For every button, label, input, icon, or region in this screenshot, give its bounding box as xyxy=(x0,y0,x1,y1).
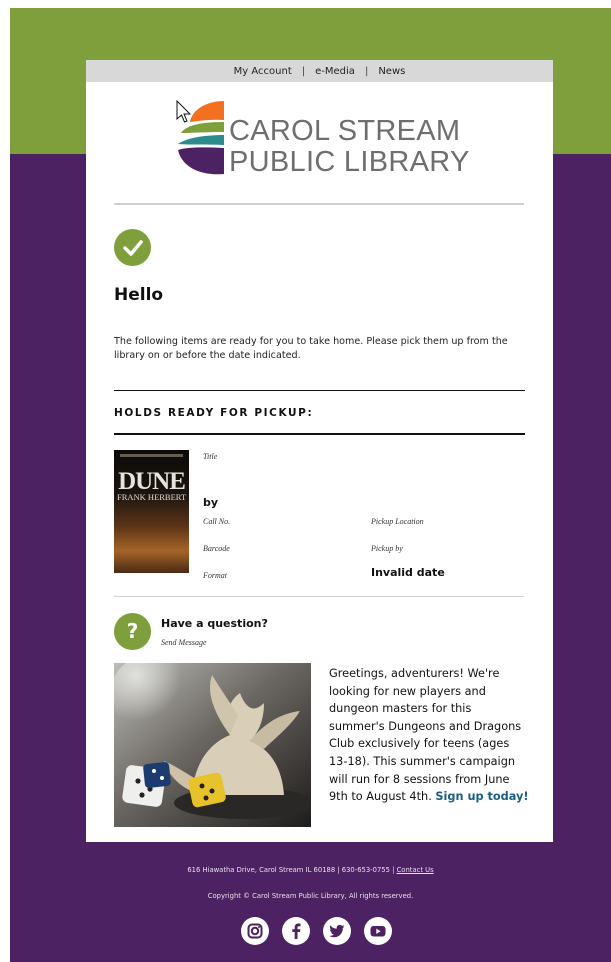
dragon-figurine-and-dice-photo xyxy=(114,663,311,827)
barcode-label: Barcode xyxy=(203,544,230,553)
instagram-icon[interactable] xyxy=(241,917,269,945)
holds-heading: HOLDS READY FOR PICKUP: xyxy=(114,407,314,419)
logo-line-1: CAROL STREAM xyxy=(229,115,461,147)
cover-quote xyxy=(120,454,183,457)
nav-my-account[interactable]: My Account xyxy=(234,66,292,77)
email-card: My Account | e-Media | News CAROL STREAM… xyxy=(86,60,553,842)
divider xyxy=(114,596,524,597)
book-cover[interactable]: DUNE FRANK HERBERT xyxy=(114,450,189,573)
library-logo[interactable]: CAROL STREAM PUBLIC LIBRARY xyxy=(86,82,553,204)
promo-image[interactable] xyxy=(114,663,311,827)
nav-separator: | xyxy=(364,65,369,77)
author-by: by xyxy=(203,496,219,509)
facebook-icon[interactable] xyxy=(282,917,310,945)
footer-copyright: Copyright © Carol Stream Public Library,… xyxy=(207,892,414,900)
logo-line-2: PUBLIC LIBRARY xyxy=(229,146,470,178)
question-title: Have a question? xyxy=(161,617,268,630)
call-no-label: Call No. xyxy=(203,517,231,526)
cover-author: FRANK HERBERT xyxy=(117,492,187,502)
question-icon: ? xyxy=(114,613,151,650)
sign-up-link[interactable]: Sign up today! xyxy=(435,790,528,803)
contact-us-link[interactable]: Contact Us xyxy=(397,866,434,874)
greeting: Hello xyxy=(114,285,164,305)
social-links xyxy=(241,917,392,945)
top-nav: My Account | e-Media | News xyxy=(86,60,553,82)
pickup-location-label: Pickup Location xyxy=(371,517,424,526)
intro-text: The following items are ready for you to… xyxy=(114,336,508,361)
divider xyxy=(114,433,525,435)
email-page: My Account | e-Media | News CAROL STREAM… xyxy=(0,0,611,962)
nav-e-media[interactable]: e-Media xyxy=(315,66,355,77)
youtube-icon[interactable] xyxy=(364,917,392,945)
pickup-by-value: Invalid date xyxy=(371,566,445,579)
mouse-cursor-icon xyxy=(176,100,192,123)
address-text: 616 Hiawatha Drive, Carol Stream IL 6018… xyxy=(187,866,395,874)
email-frame: My Account | e-Media | News CAROL STREAM… xyxy=(10,8,611,962)
promo-text: Greetings, adventurers! We're looking fo… xyxy=(329,665,529,806)
promo-body: Greetings, adventurers! We're looking fo… xyxy=(329,667,522,804)
divider xyxy=(114,390,525,391)
pickup-by-label: Pickup by xyxy=(371,544,403,553)
divider xyxy=(114,203,524,205)
title-label: Title xyxy=(203,452,218,461)
checkmark-icon xyxy=(114,229,151,266)
format-label: Format xyxy=(203,571,227,580)
nav-news[interactable]: News xyxy=(378,66,405,77)
send-message-link[interactable]: Send Message xyxy=(161,638,207,647)
twitter-icon[interactable] xyxy=(323,917,351,945)
nav-separator: | xyxy=(301,65,306,77)
footer-address: 616 Hiawatha Drive, Carol Stream IL 6018… xyxy=(10,866,611,874)
